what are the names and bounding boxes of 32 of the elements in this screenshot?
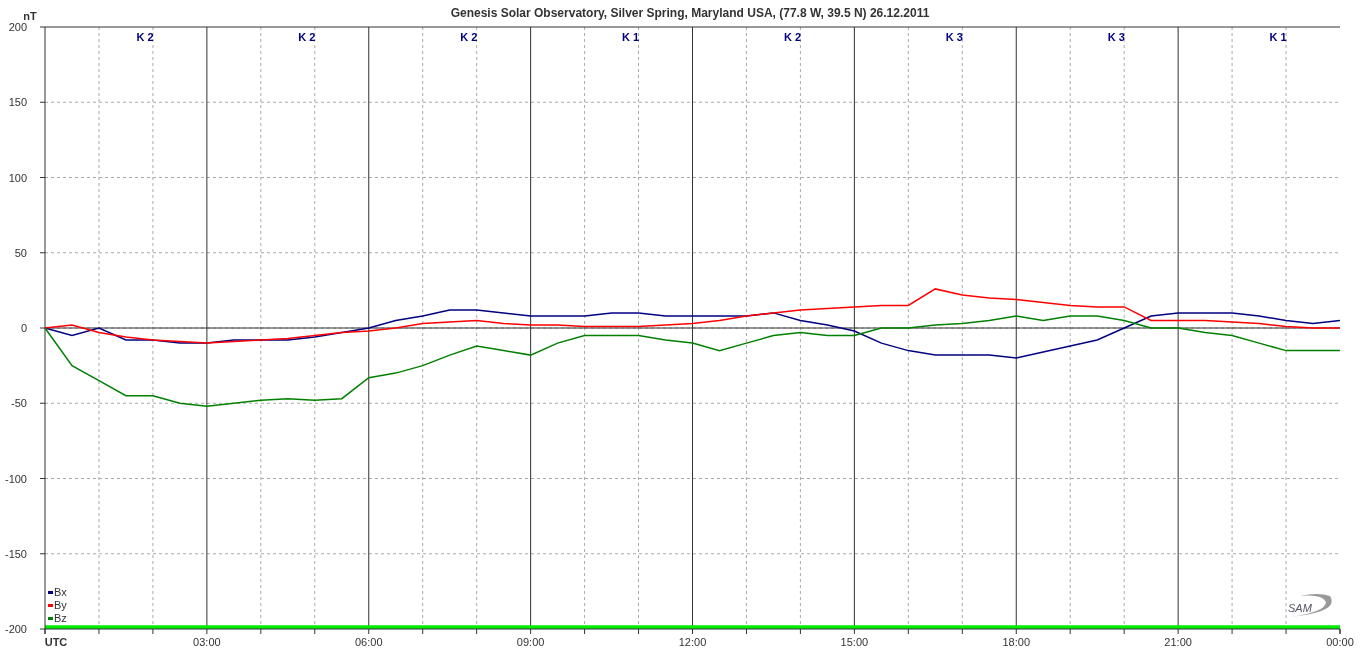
k-index-label: K 3 — [945, 31, 963, 43]
x-tick-label: 21:00 — [1164, 636, 1192, 648]
y-axis-label: nT — [23, 10, 37, 22]
x-tick-label: 09:00 — [516, 636, 545, 648]
y-tick-label: 200 — [8, 21, 27, 33]
chart-title: Genesis Solar Observatory, Silver Spring, Maryland USA, (77.8 W, 39.5 N) 26.12.2011 — [450, 6, 930, 20]
k-index-label: K 2 — [783, 31, 801, 43]
x-tick-label: 15:00 — [840, 636, 869, 648]
y-tick-label: -50 — [11, 397, 27, 410]
y-tick-label: 100 — [8, 171, 27, 184]
x-tick-label: 06:00 — [355, 636, 383, 648]
x-tick-label: 00:00 — [1326, 636, 1354, 648]
y-tick-label: 50 — [14, 246, 27, 259]
legend-label: Bx — [54, 586, 67, 598]
y-tick-label: -150 — [4, 547, 27, 560]
k-index-label: K 2 — [460, 31, 478, 43]
k-index-label: K 2 — [136, 31, 154, 43]
k-index-label: K 1 — [622, 31, 640, 43]
x-tick-label: UTC — [44, 636, 68, 648]
x-tick-label: 18:00 — [1002, 636, 1030, 648]
y-tick-label: 150 — [8, 96, 27, 109]
x-tick-label: 12:00 — [678, 636, 707, 648]
x-tick-label: 03:00 — [193, 636, 221, 648]
y-tick-label: 0 — [20, 322, 27, 334]
k-index-label: K 2 — [298, 31, 316, 43]
legend-label: Bz — [54, 612, 67, 624]
y-tick-label: -200 — [4, 623, 27, 635]
k-index-label: K 1 — [1269, 31, 1287, 43]
legend-label: By — [54, 599, 67, 611]
y-tick-label: -100 — [4, 472, 27, 485]
logo-drawing: SAM — [1288, 594, 1332, 617]
k-index-label: K 3 — [1107, 31, 1125, 43]
